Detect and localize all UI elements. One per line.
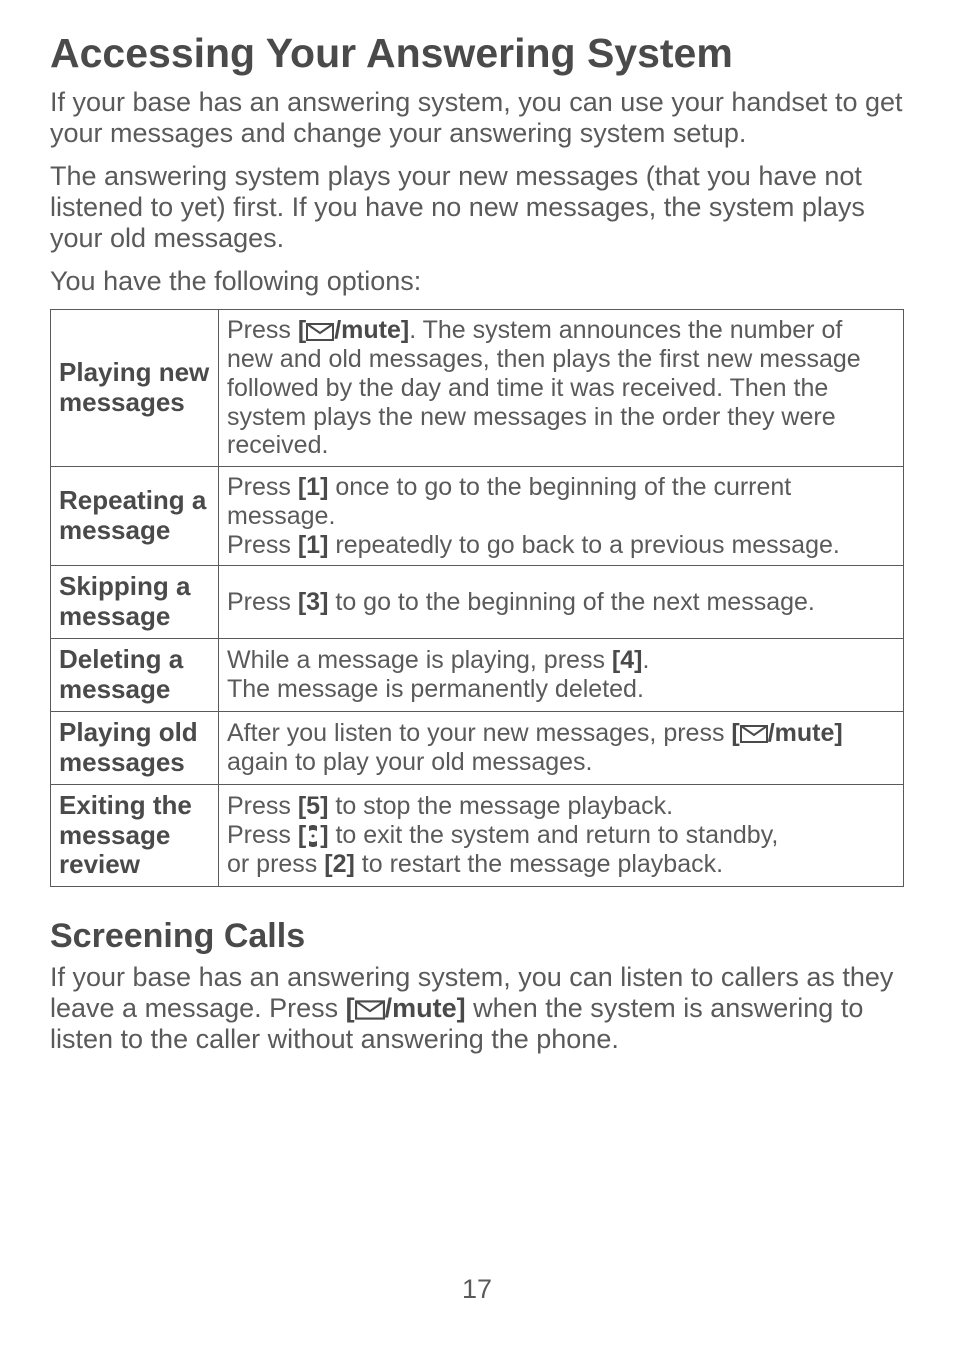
table-row: Playing old messages After you listen to…	[51, 711, 904, 784]
options-table: Playing new messages Press [/mute]. The …	[50, 309, 904, 887]
envelope-icon	[355, 1000, 385, 1020]
table-row: Repeating a message Press [1] once to go…	[51, 467, 904, 566]
row-desc-deleting: While a message is playing, press [4]. T…	[219, 639, 904, 712]
page-title: Accessing Your Answering System	[50, 30, 904, 77]
intro-paragraph-2: The answering system plays your new mess…	[50, 161, 904, 254]
row-label-skipping: Skipping a message	[51, 566, 219, 639]
screening-paragraph: If your base has an answering system, yo…	[50, 962, 904, 1055]
table-row: Deleting a message While a message is pl…	[51, 639, 904, 712]
intro-paragraph-3: You have the following options:	[50, 266, 904, 297]
row-desc-playing-old: After you listen to your new messages, p…	[219, 711, 904, 784]
intro-paragraph-1: If your base has an answering system, yo…	[50, 87, 904, 149]
table-row: Playing new messages Press [/mute]. The …	[51, 310, 904, 467]
row-desc-exiting: Press [5] to stop the message playback. …	[219, 784, 904, 887]
row-label-repeating: Repeating a message	[51, 467, 219, 566]
envelope-icon	[740, 725, 768, 743]
table-row: Skipping a message Press [3] to go to th…	[51, 566, 904, 639]
row-desc-skipping: Press [3] to go to the beginning of the …	[219, 566, 904, 639]
row-label-exiting: Exiting the message review	[51, 784, 219, 887]
table-row: Exiting the message review Press [5] to …	[51, 784, 904, 887]
envelope-icon	[306, 323, 334, 341]
row-label-playing-new: Playing new messages	[51, 310, 219, 467]
row-desc-repeating: Press [1] once to go to the beginning of…	[219, 467, 904, 566]
row-label-playing-old: Playing old messages	[51, 711, 219, 784]
page-number: 17	[0, 1274, 954, 1305]
row-label-deleting: Deleting a message	[51, 639, 219, 712]
row-desc-playing-new: Press [/mute]. The system announces the …	[219, 310, 904, 467]
section-title-screening: Screening Calls	[50, 917, 904, 956]
phone-off-icon	[306, 824, 320, 848]
